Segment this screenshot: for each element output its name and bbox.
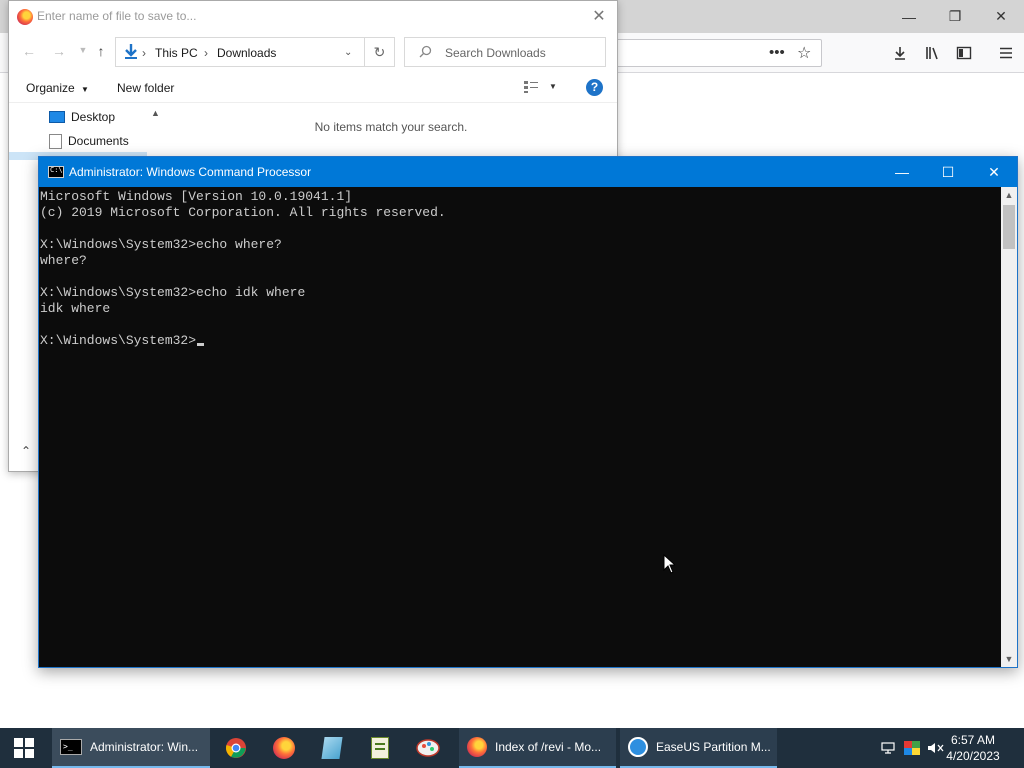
save-dialog-nav: ← → ▼ ↑ › This PC › Downloads ⌄ ↻ Search… xyxy=(9,33,617,71)
taskbar-item-label: Index of /revi - Mo... xyxy=(495,740,602,754)
console-prompt: X:\Windows\System32> xyxy=(40,333,197,348)
tree-item-label: Desktop xyxy=(71,110,116,124)
save-dialog-titlebar: Enter name of file to save to... ✕ xyxy=(9,1,617,33)
command-prompt-window: Administrator: Windows Command Processor… xyxy=(38,156,1018,668)
firefox-icon[interactable] xyxy=(260,728,308,768)
close-icon[interactable]: ✕ xyxy=(978,0,1024,33)
view-options-icon[interactable] xyxy=(523,80,539,97)
minimize-icon[interactable]: — xyxy=(879,157,925,187)
scroll-down-icon[interactable]: ▼ xyxy=(1001,651,1017,667)
close-icon[interactable]: ✕ xyxy=(971,157,1017,187)
page-actions-icon[interactable]: ••• xyxy=(769,44,785,61)
windows-logo-icon xyxy=(14,738,34,758)
empty-message: No items match your search. xyxy=(314,120,468,134)
text-cursor xyxy=(197,343,205,346)
back-arrow-icon[interactable]: ← xyxy=(19,43,39,61)
chrome-icon[interactable] xyxy=(212,728,260,768)
console-line: X:\Windows\System32>echo idk where xyxy=(40,285,306,300)
address-bar[interactable]: › This PC › Downloads ⌄ xyxy=(115,37,365,67)
console-line: idk where xyxy=(40,301,111,316)
console-prompt-line[interactable]: X:\Windows\System32> xyxy=(40,333,1001,349)
console-output[interactable]: Microsoft Windows [Version 10.0.19041.1]… xyxy=(39,187,1001,667)
downloads-folder-icon xyxy=(122,43,140,64)
save-dialog-commandbar: Organize ▼ New folder ▼ ? xyxy=(9,73,617,103)
restore-icon[interactable]: ❐ xyxy=(932,0,978,33)
recent-locations-icon[interactable]: ▼ xyxy=(73,45,93,63)
console-line: Microsoft Windows [Version 10.0.19041.1] xyxy=(40,189,353,204)
taskbar-clock[interactable]: 6:57 AM 4/20/2023 xyxy=(938,732,1008,764)
minimize-icon[interactable]: — xyxy=(886,0,932,33)
up-arrow-icon[interactable]: ↑ xyxy=(91,43,111,61)
url-bar[interactable]: ••• ☆ xyxy=(612,39,822,67)
scroll-up-icon[interactable]: ▲ xyxy=(151,108,160,118)
network-icon[interactable] xyxy=(880,728,896,768)
refresh-icon[interactable]: ↻ xyxy=(365,37,395,67)
sidebar-icon[interactable] xyxy=(952,41,976,65)
firefox-icon xyxy=(467,737,487,757)
scroll-thumb[interactable] xyxy=(1003,205,1015,249)
cmd-scrollbar[interactable]: ▲ ▼ xyxy=(1001,187,1017,667)
documents-folder-icon xyxy=(49,133,62,149)
close-icon[interactable]: ✕ xyxy=(589,7,609,27)
paint-icon[interactable] xyxy=(404,728,452,768)
breadcrumb-downloads[interactable]: Downloads xyxy=(217,46,276,60)
menu-icon[interactable] xyxy=(994,41,1018,65)
chevron-right-icon: › xyxy=(204,46,208,60)
forward-arrow-icon[interactable]: → xyxy=(49,43,69,61)
maximize-icon[interactable]: ☐ xyxy=(925,157,971,187)
cmd-title: Administrator: Windows Command Processor xyxy=(69,165,312,179)
chevron-down-icon[interactable]: ⌄ xyxy=(344,47,352,58)
clock-time: 6:57 AM xyxy=(950,733,996,747)
console-line: where? xyxy=(40,253,87,268)
start-button[interactable] xyxy=(0,728,48,768)
downloads-icon[interactable] xyxy=(888,41,912,65)
bookmark-star-icon[interactable]: ☆ xyxy=(797,43,811,63)
help-icon[interactable]: ? xyxy=(586,79,603,96)
taskbar-item-easeus[interactable]: EaseUS Partition M... xyxy=(620,728,777,768)
filename-placeholder[interactable]: Enter name of file to save to... xyxy=(37,9,196,23)
firefox-icon xyxy=(17,9,33,25)
library-icon[interactable] xyxy=(920,41,944,65)
breadcrumb-this-pc[interactable]: This PC xyxy=(155,46,198,60)
search-placeholder: Search Downloads xyxy=(445,46,546,60)
easeus-icon xyxy=(628,737,648,757)
taskbar-item-cmd[interactable]: >_ Administrator: Win... xyxy=(52,728,210,768)
chevron-down-icon: ▼ xyxy=(81,85,89,94)
cmd-icon: >_ xyxy=(60,739,82,755)
cmd-icon xyxy=(48,166,64,178)
search-input[interactable]: Search Downloads xyxy=(404,37,606,67)
notepad-icon[interactable] xyxy=(308,728,356,768)
taskbar-item-firefox[interactable]: Index of /revi - Mo... xyxy=(459,728,616,768)
tree-item-documents[interactable]: Documents xyxy=(49,130,129,152)
taskbar-item-label: Administrator: Win... xyxy=(90,740,199,754)
scroll-up-icon[interactable]: ▲ xyxy=(1001,187,1017,203)
color-display-icon[interactable] xyxy=(904,728,920,768)
console-line: X:\Windows\System32>echo where? xyxy=(40,237,282,252)
console-line: (c) 2019 Microsoft Corporation. All righ… xyxy=(40,205,446,220)
organize-button[interactable]: Organize ▼ xyxy=(26,81,89,95)
taskbar-item-label: EaseUS Partition M... xyxy=(656,740,771,754)
search-icon xyxy=(419,45,432,61)
chevron-down-icon[interactable]: ▼ xyxy=(549,82,557,91)
editor-icon[interactable] xyxy=(356,728,404,768)
tree-item-desktop[interactable]: Desktop xyxy=(49,106,115,128)
hide-folders-icon[interactable]: ⌃ xyxy=(21,444,31,458)
tree-item-label: Documents xyxy=(68,134,129,148)
organize-label: Organize xyxy=(26,81,75,95)
clock-date: 4/20/2023 xyxy=(946,749,1000,763)
new-folder-button[interactable]: New folder xyxy=(117,81,174,95)
taskbar: >_ Administrator: Win... Index of /revi … xyxy=(0,728,1024,768)
desktop-folder-icon xyxy=(49,111,65,123)
mouse-cursor-icon xyxy=(663,553,677,577)
chevron-right-icon: › xyxy=(142,46,146,60)
cmd-titlebar[interactable]: Administrator: Windows Command Processor… xyxy=(39,157,1017,187)
